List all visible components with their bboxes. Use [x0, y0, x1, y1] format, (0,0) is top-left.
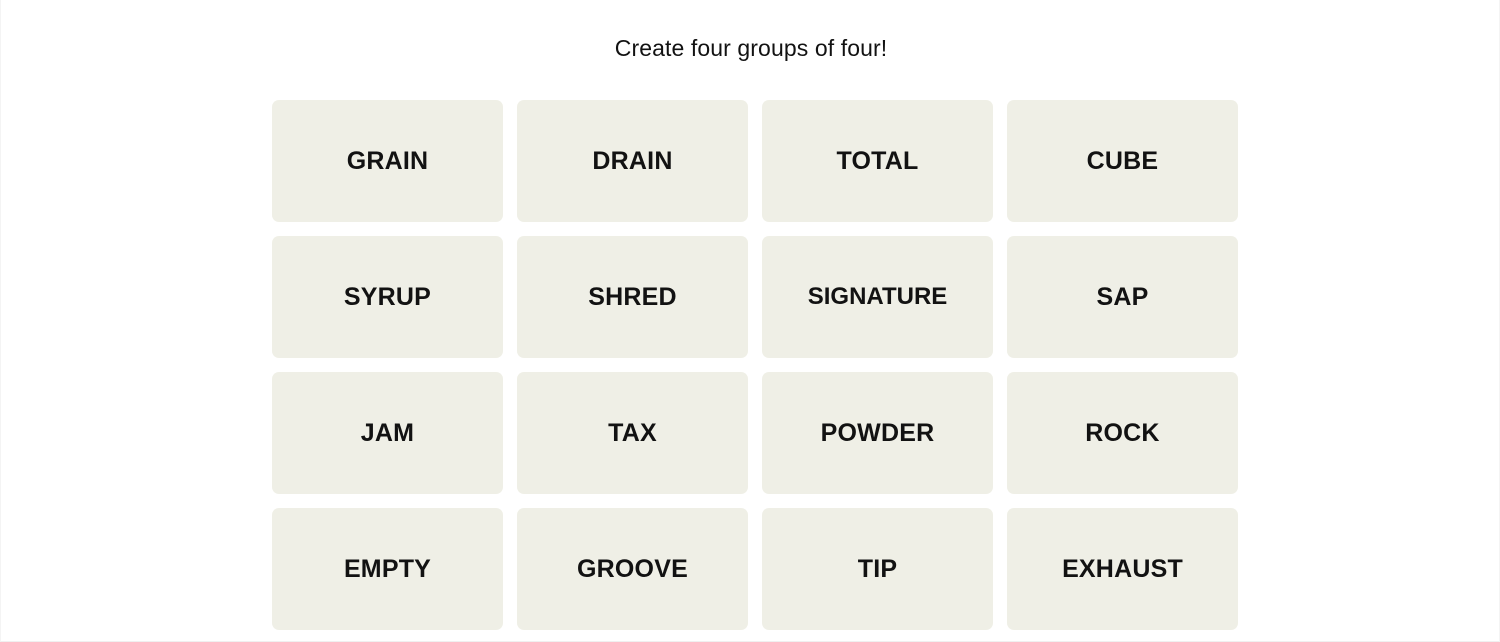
word-tile-total[interactable]: TOTAL	[762, 100, 993, 222]
word-tile-sap[interactable]: SAP	[1007, 236, 1238, 358]
word-tile-label: SYRUP	[343, 282, 432, 311]
word-tile-label: EXHAUST	[1062, 554, 1183, 583]
word-tile-label: TIP	[857, 554, 898, 583]
word-tile-shred[interactable]: SHRED	[517, 236, 748, 358]
word-tile-groove[interactable]: GROOVE	[517, 508, 748, 630]
word-tile-rock[interactable]: ROCK	[1007, 372, 1238, 494]
word-tile-label: JAM	[360, 418, 415, 447]
instruction-text: Create four groups of four!	[614, 35, 888, 61]
puzzle-grid: GRAIN DRAIN TOTAL CUBE SYRUP SHRED SIGNA…	[272, 100, 1238, 630]
word-tile-tip[interactable]: TIP	[762, 508, 993, 630]
word-tile-label: SIGNATURE	[807, 283, 948, 310]
word-tile-signature[interactable]: SIGNATURE	[762, 236, 993, 358]
word-tile-label: TAX	[608, 418, 657, 447]
word-tile-empty[interactable]: EMPTY	[272, 508, 503, 630]
word-tile-exhaust[interactable]: EXHAUST	[1007, 508, 1238, 630]
word-tile-label: POWDER	[820, 418, 935, 447]
word-tile-label: GROOVE	[577, 554, 688, 583]
word-tile-powder[interactable]: POWDER	[762, 372, 993, 494]
word-tile-label: SHRED	[588, 282, 677, 311]
word-tile-label: TOTAL	[836, 146, 919, 175]
word-tile-drain[interactable]: DRAIN	[517, 100, 748, 222]
word-tile-label: DRAIN	[592, 146, 673, 175]
word-tile-syrup[interactable]: SYRUP	[272, 236, 503, 358]
word-tile-tax[interactable]: TAX	[517, 372, 748, 494]
word-tile-cube[interactable]: CUBE	[1007, 100, 1238, 222]
connections-game: Create four groups of four! GRAIN DRAIN …	[0, 0, 1500, 642]
word-tile-label: GRAIN	[346, 146, 429, 175]
word-tile-label: EMPTY	[343, 554, 432, 583]
word-tile-grain[interactable]: GRAIN	[272, 100, 503, 222]
word-tile-jam[interactable]: JAM	[272, 372, 503, 494]
word-tile-label: SAP	[1096, 282, 1149, 311]
word-tile-label: CUBE	[1086, 146, 1159, 175]
word-tile-label: ROCK	[1085, 418, 1160, 447]
